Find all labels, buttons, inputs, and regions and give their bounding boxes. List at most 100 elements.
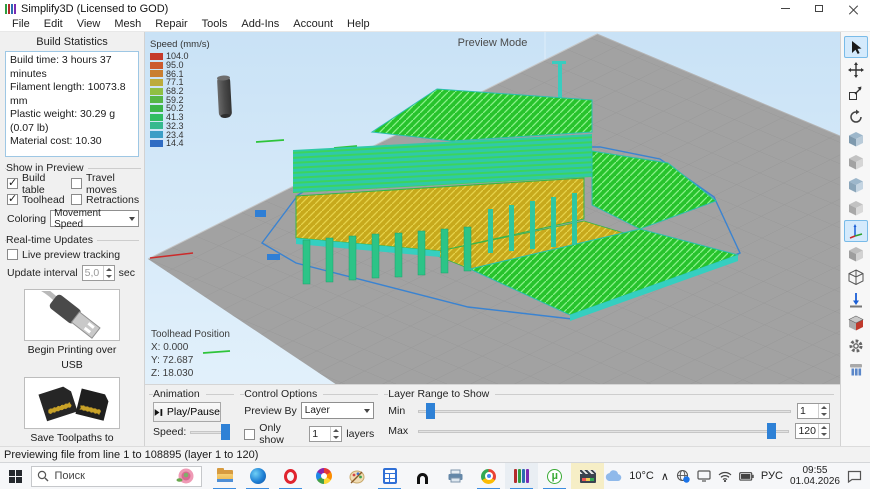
animation-speed-slider[interactable] — [190, 424, 230, 440]
tray-clock[interactable]: 09:55 01.04.2026 — [790, 465, 840, 487]
tray-temperature[interactable]: 10°C — [629, 470, 654, 482]
coordinate-axes-button[interactable] — [844, 220, 868, 242]
taskbar-simplify3d-icon[interactable] — [505, 463, 538, 489]
menu-bar: File Edit View Mesh Repair Tools Add-Ins… — [0, 17, 870, 32]
legend-swatch — [150, 88, 163, 95]
wifi-icon[interactable] — [718, 471, 732, 482]
view-toolbar — [840, 32, 870, 446]
layer-max-spinner[interactable]: 120 — [795, 423, 830, 439]
wireframe-model-button[interactable] — [844, 266, 868, 288]
legend-swatch — [150, 114, 163, 121]
taskbar-edge-icon[interactable] — [241, 463, 274, 489]
legend-swatch — [150, 79, 163, 86]
move-tool-button[interactable] — [844, 59, 868, 81]
min-slider-thumb[interactable] — [426, 403, 435, 419]
menu-addins[interactable]: Add-Ins — [234, 18, 286, 30]
build-table-checkbox-icon[interactable] — [7, 178, 18, 189]
scale-icon — [848, 86, 863, 101]
spinner-arrows-icon[interactable] — [103, 266, 114, 280]
spinner-arrows-icon[interactable] — [818, 424, 829, 438]
toolhead-checkbox-icon[interactable] — [7, 194, 18, 205]
layer-min-slider[interactable] — [418, 403, 791, 419]
checkbox-travel-moves[interactable]: Travel moves — [71, 176, 139, 191]
rotate-icon — [848, 109, 864, 124]
legend-swatch — [150, 53, 163, 60]
title-bar[interactable]: Simplify3D (Licensed to GOD) — [0, 0, 870, 17]
max-slider-thumb[interactable] — [767, 423, 776, 439]
menu-account[interactable]: Account — [286, 18, 340, 30]
update-interval-spinner[interactable]: 5,0 — [82, 265, 115, 281]
checkbox-retractions[interactable]: Retractions — [71, 192, 139, 207]
menu-mesh[interactable]: Mesh — [107, 18, 148, 30]
taskbar-utorrent-icon[interactable]: µ — [538, 463, 571, 489]
spinner-arrows-icon[interactable] — [818, 404, 829, 418]
taskbar-chrome-icon[interactable] — [472, 463, 505, 489]
travel-moves-checkbox-icon[interactable] — [71, 178, 82, 189]
start-button[interactable] — [0, 463, 31, 489]
app-logo-icon — [5, 4, 16, 14]
taskbar-opera-icon[interactable] — [274, 463, 307, 489]
taskbar-paint-icon[interactable] — [340, 463, 373, 489]
taskbar-video-editor-icon[interactable] — [571, 463, 604, 489]
menu-view[interactable]: View — [70, 18, 108, 30]
preview-by-dropdown[interactable]: Layer — [301, 402, 374, 419]
place-on-bed-button[interactable] — [844, 289, 868, 311]
taskbar-calculator-icon[interactable] — [373, 463, 406, 489]
retractions-checkbox-icon[interactable] — [71, 194, 82, 205]
taskbar-search[interactable]: Поиск — [31, 466, 202, 487]
display-icon[interactable] — [697, 470, 711, 482]
scale-tool-button[interactable] — [844, 82, 868, 104]
stat-plastic-weight: Plastic weight: 30.29 g (0.07 lb) — [10, 108, 134, 135]
taskbar-media-player-icon[interactable] — [307, 463, 340, 489]
maximize-button[interactable] — [802, 0, 836, 17]
menu-help[interactable]: Help — [340, 18, 377, 30]
only-show-checkbox-icon[interactable] — [244, 429, 255, 440]
taskbar-printer-tool-icon[interactable] — [439, 463, 472, 489]
notification-center-icon[interactable] — [847, 470, 862, 483]
view-cube-side-button[interactable] — [844, 151, 868, 173]
checkbox-build-table[interactable]: Build table — [7, 176, 71, 191]
preview-3d-viewport[interactable]: Speed (mm/s) 104.0 95.0 86.1 77.1 68.2 5… — [145, 32, 840, 446]
show-in-preview-group: Show in Preview Build table Travel moves… — [5, 162, 141, 229]
machine-settings-button[interactable] — [844, 335, 868, 357]
legend-entry: 32.3 — [150, 122, 210, 131]
hidden-icons-chevron[interactable]: ∧ — [661, 470, 669, 483]
view-cube-front-button[interactable] — [844, 128, 868, 150]
menu-edit[interactable]: Edit — [37, 18, 70, 30]
coloring-dropdown[interactable]: Movement Speed — [50, 210, 139, 227]
windows-logo-icon — [9, 470, 22, 483]
only-show-spinner[interactable]: 1 — [309, 426, 342, 442]
layer-min-spinner[interactable]: 1 — [797, 403, 830, 419]
spinner-arrows-icon[interactable] — [330, 427, 341, 441]
layer-max-slider[interactable] — [418, 423, 789, 439]
checkbox-live-preview[interactable]: Live preview tracking — [7, 247, 137, 262]
save-toolpaths-disk-button[interactable]: Save Toolpaths to Disk — [21, 377, 123, 446]
view-cube-iso-button[interactable] — [844, 197, 868, 219]
speed-slider-thumb[interactable] — [221, 424, 230, 440]
cube-icon — [848, 154, 864, 170]
cross-section-button[interactable] — [844, 312, 868, 334]
toolhead-y: Y: 72.687 — [151, 354, 230, 367]
network-globe-icon[interactable] — [676, 469, 690, 483]
toolhead-model — [217, 75, 232, 118]
solid-model-button[interactable] — [844, 243, 868, 265]
menu-tools[interactable]: Tools — [195, 18, 235, 30]
supports-button[interactable] — [844, 358, 868, 380]
menu-file[interactable]: File — [5, 18, 37, 30]
minimize-button[interactable] — [768, 0, 802, 17]
language-indicator[interactable]: РУС — [761, 470, 783, 482]
taskbar-dark-app-icon[interactable] — [406, 463, 439, 489]
close-button[interactable] — [836, 0, 870, 17]
live-preview-checkbox-icon[interactable] — [7, 249, 18, 260]
menu-repair[interactable]: Repair — [148, 18, 194, 30]
play-pause-button[interactable]: Play/Pause — [153, 402, 221, 422]
rotate-tool-button[interactable] — [844, 105, 868, 127]
view-cube-top-button[interactable] — [844, 174, 868, 196]
battery-icon[interactable] — [739, 472, 754, 481]
checkbox-toolhead[interactable]: Toolhead — [7, 192, 71, 207]
begin-printing-usb-button[interactable]: Begin Printing over USB — [21, 289, 123, 371]
legend-swatch — [150, 105, 163, 112]
weather-cloud-icon[interactable] — [604, 470, 622, 482]
taskbar-file-explorer-icon[interactable] — [208, 463, 241, 489]
select-tool-button[interactable] — [844, 36, 868, 58]
